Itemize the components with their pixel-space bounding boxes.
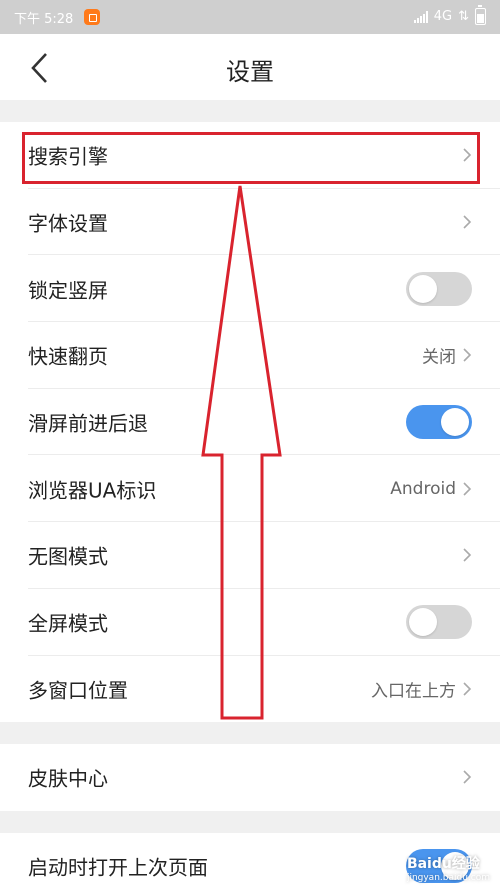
annotation-arrow [201, 185, 282, 720]
watermark-logo: Baidu经验 jingyan.baidu.com [406, 856, 490, 883]
